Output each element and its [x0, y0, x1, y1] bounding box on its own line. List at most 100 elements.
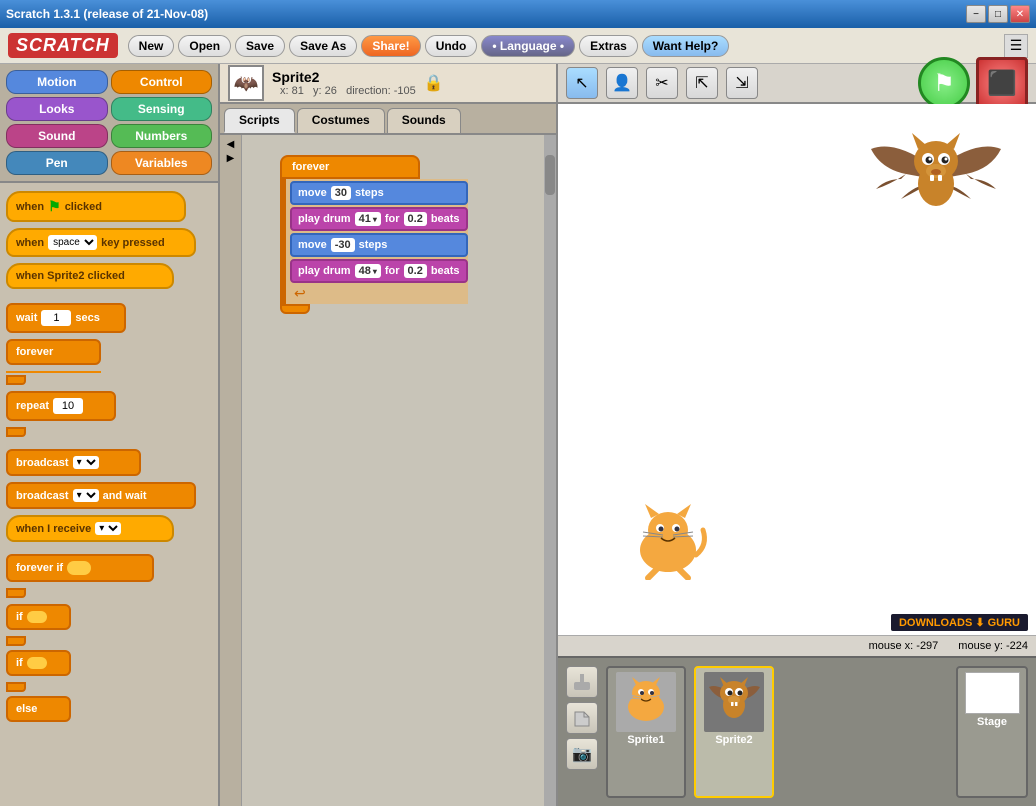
stage-label: Stage	[977, 716, 1007, 728]
block-broadcast[interactable]: broadcast ▾	[6, 449, 141, 476]
script-block-group: forever move 30 steps play drum 41 ▾ for…	[280, 155, 468, 314]
category-motion[interactable]: Motion	[6, 70, 108, 94]
camera-sprite-button[interactable]: 📷	[566, 738, 598, 770]
bat-sprite	[866, 119, 1006, 239]
sprite1-card[interactable]: Sprite1	[606, 666, 686, 798]
block-when-key-pressed[interactable]: when space key pressed	[6, 228, 196, 257]
save-button[interactable]: Save	[235, 35, 285, 57]
repeat-input[interactable]	[53, 398, 83, 414]
scratch-logo: SCRATCH	[8, 33, 118, 58]
stage[interactable]: DOWNLOADS ⬇ GURU	[558, 104, 1036, 635]
block-if2[interactable]: if	[6, 650, 71, 676]
nav-left[interactable]: ◀	[227, 139, 235, 150]
block-else[interactable]: else	[6, 696, 71, 722]
category-numbers[interactable]: Numbers	[111, 124, 213, 148]
scripts-scrollbar[interactable]	[544, 135, 556, 806]
drum2-num[interactable]: 48 ▾	[355, 264, 381, 278]
broadcast-select[interactable]: ▾	[73, 456, 99, 469]
script-move1[interactable]: move 30 steps	[290, 181, 468, 205]
undo-button[interactable]: Undo	[425, 35, 478, 57]
script-forever[interactable]: forever	[280, 155, 420, 179]
script-indent: move 30 steps play drum 41 ▾ for 0.2 bea…	[280, 179, 468, 304]
paint-sprite-button[interactable]	[566, 666, 598, 698]
maximize-button[interactable]: □	[988, 5, 1008, 23]
tab-sounds[interactable]: Sounds	[387, 108, 461, 133]
script-move2[interactable]: move -30 steps	[290, 233, 468, 257]
block-wait[interactable]: wait secs	[6, 303, 126, 333]
minimize-button[interactable]: −	[966, 5, 986, 23]
menu-icon[interactable]: ☰	[1004, 34, 1028, 58]
new-sprite-from-file[interactable]	[566, 702, 598, 734]
drum1-unit: beats	[431, 213, 460, 225]
window-title: Scratch 1.3.1 (release of 21-Nov-08)	[6, 7, 208, 21]
go-button[interactable]: ⚑	[918, 57, 970, 109]
close-button[interactable]: ✕	[1010, 5, 1030, 23]
drum2-unit: beats	[431, 265, 460, 277]
category-variables[interactable]: Variables	[111, 151, 213, 175]
tab-scripts[interactable]: Scripts	[224, 108, 295, 133]
block-repeat[interactable]: repeat	[6, 391, 116, 421]
block-broadcast-wait[interactable]: broadcast ▾ and wait	[6, 482, 196, 509]
grow-tool[interactable]: ⇱	[686, 67, 718, 99]
drum1-beats: 0.2	[404, 212, 427, 226]
open-button[interactable]: Open	[178, 35, 231, 57]
category-looks[interactable]: Looks	[6, 97, 108, 121]
help-button[interactable]: Want Help?	[642, 35, 730, 57]
stop-button[interactable]: ⬛	[976, 57, 1028, 109]
sprite2-card[interactable]: Sprite2	[694, 666, 774, 798]
block-forever[interactable]: forever	[6, 339, 101, 365]
scissor-tool[interactable]: ✂	[646, 67, 678, 99]
stage-card[interactable]: Stage	[956, 666, 1028, 798]
category-sensing[interactable]: Sensing	[111, 97, 213, 121]
middle-panel: 🦇 Sprite2 x: 81 y: 26 direction: -105 🔒 …	[220, 64, 556, 806]
receive-select[interactable]: ▾	[95, 522, 121, 535]
wait-input[interactable]	[41, 310, 71, 326]
stage-info: mouse x: -297 mouse y: -224	[558, 635, 1036, 656]
key-select[interactable]: space	[48, 235, 97, 250]
script-drum2[interactable]: play drum 48 ▾ for 0.2 beats	[290, 259, 468, 283]
block-categories: Motion Control Looks Sensing Sound Numbe…	[0, 64, 218, 183]
block-forever-if[interactable]: forever if	[6, 554, 154, 582]
sprite-name: Sprite2	[272, 69, 416, 85]
sprite-tools: 📷	[566, 666, 598, 798]
category-control[interactable]: Control	[111, 70, 213, 94]
tab-costumes[interactable]: Costumes	[297, 108, 385, 133]
lock-icon[interactable]: 🔒	[424, 73, 444, 93]
block-if[interactable]: if	[6, 604, 71, 630]
nav-right[interactable]: ▶	[227, 153, 235, 164]
block-when-clicked[interactable]: when ⚑ clicked	[6, 191, 186, 222]
stage-controls: ↖ 👤 ✂ ⇱ ⇲ ⚑ ⬛	[558, 64, 1036, 104]
loop-arrow: ↩	[294, 285, 468, 302]
cat-sprite	[623, 500, 713, 580]
move2-unit: steps	[359, 239, 388, 251]
move2-val: -30	[331, 238, 355, 252]
scripts-area[interactable]: ◀ ▶ forever move 30 steps	[220, 135, 556, 806]
mouse-y: mouse y: -224	[958, 640, 1028, 652]
save-as-button[interactable]: Save As	[289, 35, 357, 57]
script-drum1[interactable]: play drum 41 ▾ for 0.2 beats	[290, 207, 468, 231]
shrink-tool[interactable]: ⇲	[726, 67, 758, 99]
stamp-tool[interactable]: 👤	[606, 67, 638, 99]
category-sound[interactable]: Sound	[6, 124, 108, 148]
watermark: DOWNLOADS ⬇ GURU	[891, 614, 1028, 631]
tabs: Scripts Costumes Sounds	[220, 104, 556, 135]
category-pen[interactable]: Pen	[6, 151, 108, 175]
new-button[interactable]: New	[128, 35, 175, 57]
drum1-num[interactable]: 41 ▾	[355, 212, 381, 226]
extras-button[interactable]: Extras	[579, 35, 638, 57]
block-when-receive[interactable]: when I receive ▾	[6, 515, 174, 542]
scrollbar-thumb[interactable]	[545, 155, 555, 195]
titlebar: Scratch 1.3.1 (release of 21-Nov-08) − □…	[0, 0, 1036, 28]
pointer-tool[interactable]: ↖	[566, 67, 598, 99]
move1-val: 30	[331, 186, 351, 200]
share-button[interactable]: Share!	[361, 35, 420, 57]
language-button[interactable]: • Language •	[481, 35, 575, 57]
broadcast-wait-select[interactable]: ▾	[73, 489, 99, 502]
block-when-sprite-clicked[interactable]: when Sprite2 clicked	[6, 263, 174, 289]
mouse-x: mouse x: -297	[869, 640, 939, 652]
left-panel: Motion Control Looks Sensing Sound Numbe…	[0, 64, 220, 806]
sprite-header: 🦇 Sprite2 x: 81 y: 26 direction: -105 🔒	[220, 64, 556, 104]
sprite2-image	[704, 672, 764, 732]
sprite-thumbnail: 🦇	[228, 65, 264, 101]
move1-unit: steps	[355, 187, 384, 199]
